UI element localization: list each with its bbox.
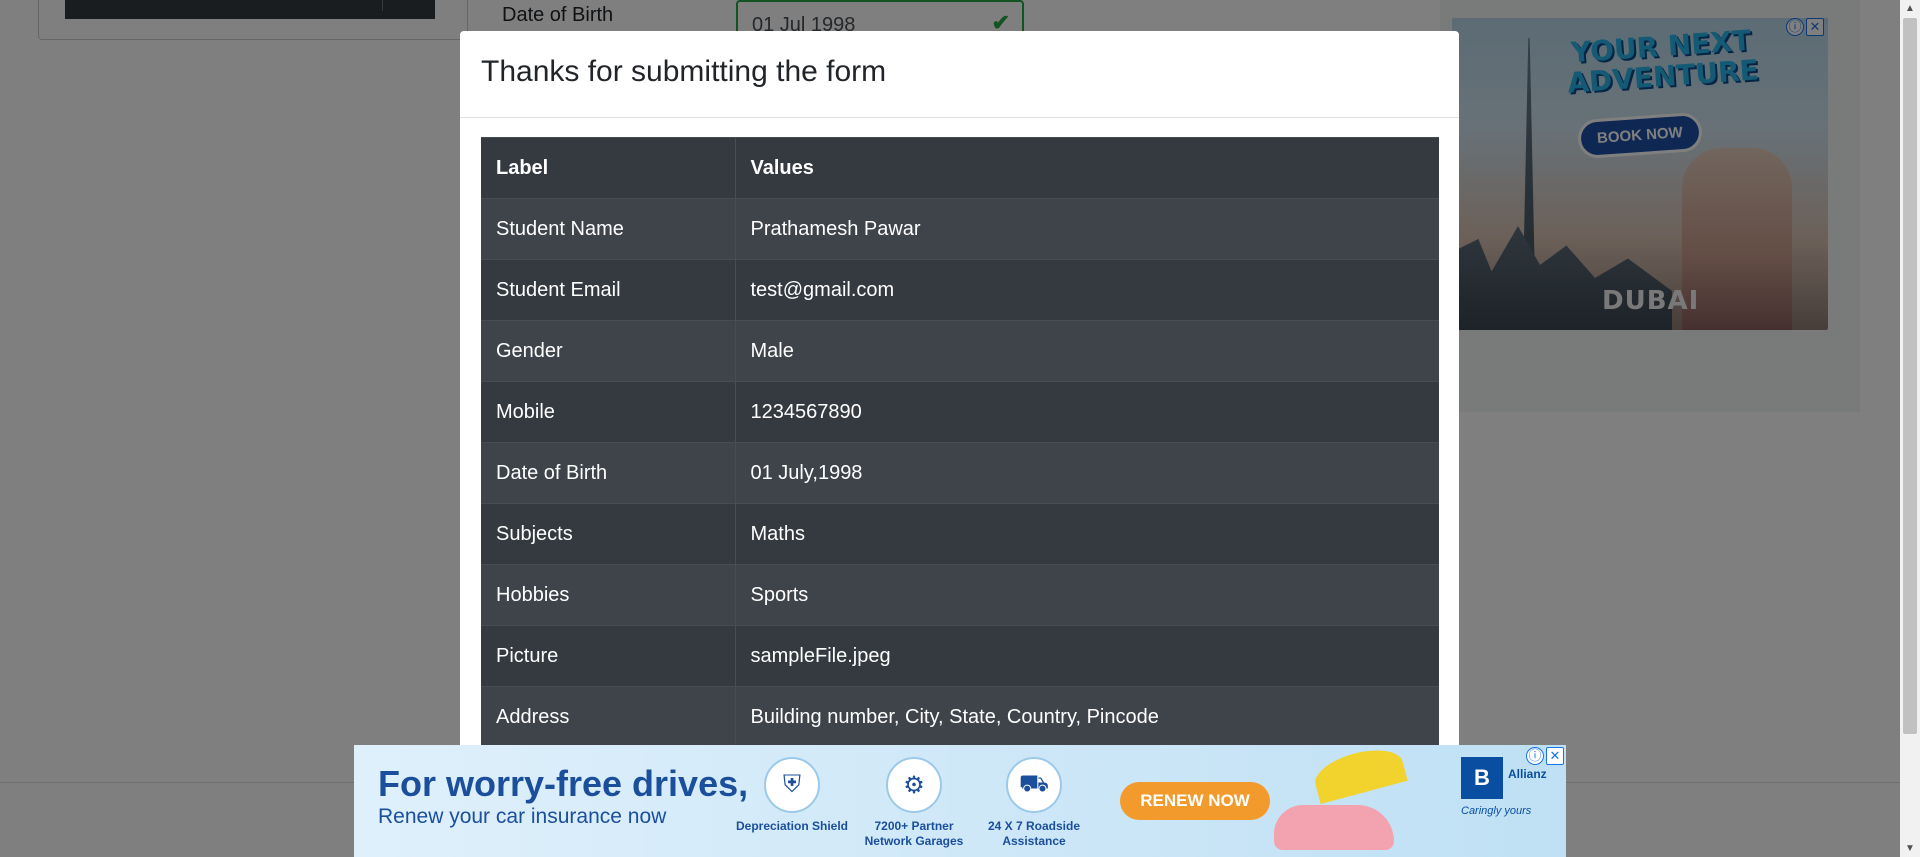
page-scrollbar[interactable]: ▲ ▼ [1900,0,1920,857]
table-row: Picture sampleFile.jpeg [481,625,1439,687]
umbrella-image [1310,745,1408,804]
table-row: Gender Male [481,320,1439,382]
row-value: Prathamesh Pawar [735,198,1439,260]
tow-truck-icon: ⛟ [1006,757,1062,813]
row-value: Maths [735,503,1439,565]
ad-info-icon[interactable]: ⓘ [1526,747,1544,765]
ad-tagline: Caringly yours [1461,805,1532,817]
row-label: Hobbies [481,564,736,626]
feature-label: 7200+ Partner Network Garages [864,819,964,848]
feature-label: Depreciation Shield [735,819,849,833]
results-table: Label Values Student Name Prathamesh Pawa… [481,137,1439,748]
modal-title: Thanks for submitting the form [481,55,887,88]
row-value: Sports [735,564,1439,626]
table-row: Subjects Maths [481,503,1439,565]
feature-label: 24 X 7 Roadside Assistance [987,819,1081,848]
table-row: Student Name Prathamesh Pawar [481,198,1439,260]
bottom-ad-controls: ⓘ ✕ [1526,747,1564,765]
scroll-thumb[interactable] [1903,18,1917,734]
row-label: Address [481,686,736,748]
feature-roadside-assistance: ⛟ 24 X 7 Roadside Assistance [974,757,1094,849]
table-header-row: Label Values [481,137,1439,199]
row-value: sampleFile.jpeg [735,625,1439,687]
bajaj-logo: B [1461,757,1503,799]
tools-icon: ⚙ [886,757,942,813]
row-value: 01 July,1998 [735,442,1439,504]
shield-car-icon: ⛨ [764,757,820,813]
allianz-logo: Allianz [1508,767,1547,781]
values-column-header: Values [735,137,1439,199]
row-value: Male [735,320,1439,382]
table-row: Mobile 1234567890 [481,381,1439,443]
row-value: 1234567890 [735,381,1439,443]
scroll-up-icon[interactable]: ▲ [1900,0,1920,17]
row-label: Subjects [481,503,736,565]
row-label: Student Name [481,198,736,260]
results-table-wrapper: Label Values Student Name Prathamesh Pawa… [481,137,1439,748]
row-value: Building number, City, State, Country, P… [735,686,1439,748]
car-image [1274,805,1394,850]
table-row: Student Email test@gmail.com [481,259,1439,321]
row-label: Student Email [481,259,736,321]
ad-bottom-subline: Renew your car insurance now [378,805,667,828]
table-row: Date of Birth 01 July,1998 [481,442,1439,504]
feature-depreciation-shield: ⛨ Depreciation Shield [732,757,852,834]
row-label: Mobile [481,381,736,443]
modal-header-divider [460,117,1459,118]
row-label: Date of Birth [481,442,736,504]
ad-close-icon[interactable]: ✕ [1546,747,1564,765]
feature-partner-garages: ⚙ 7200+ Partner Network Garages [854,757,974,849]
bottom-ad-banner[interactable]: For worry-free drives, Renew your car in… [354,745,1566,857]
label-column-header: Label [481,137,736,199]
ad-bottom-headline: For worry-free drives, [378,763,749,804]
renew-now-button[interactable]: RENEW NOW [1120,782,1270,820]
submission-modal: Thanks for submitting the form Label Val… [460,31,1459,857]
row-label: Picture [481,625,736,687]
table-row: Hobbies Sports [481,564,1439,626]
scroll-down-icon[interactable]: ▼ [1900,840,1920,857]
row-value: test@gmail.com [735,259,1439,321]
table-row: Address Building number, City, State, Cou… [481,686,1439,748]
row-label: Gender [481,320,736,382]
